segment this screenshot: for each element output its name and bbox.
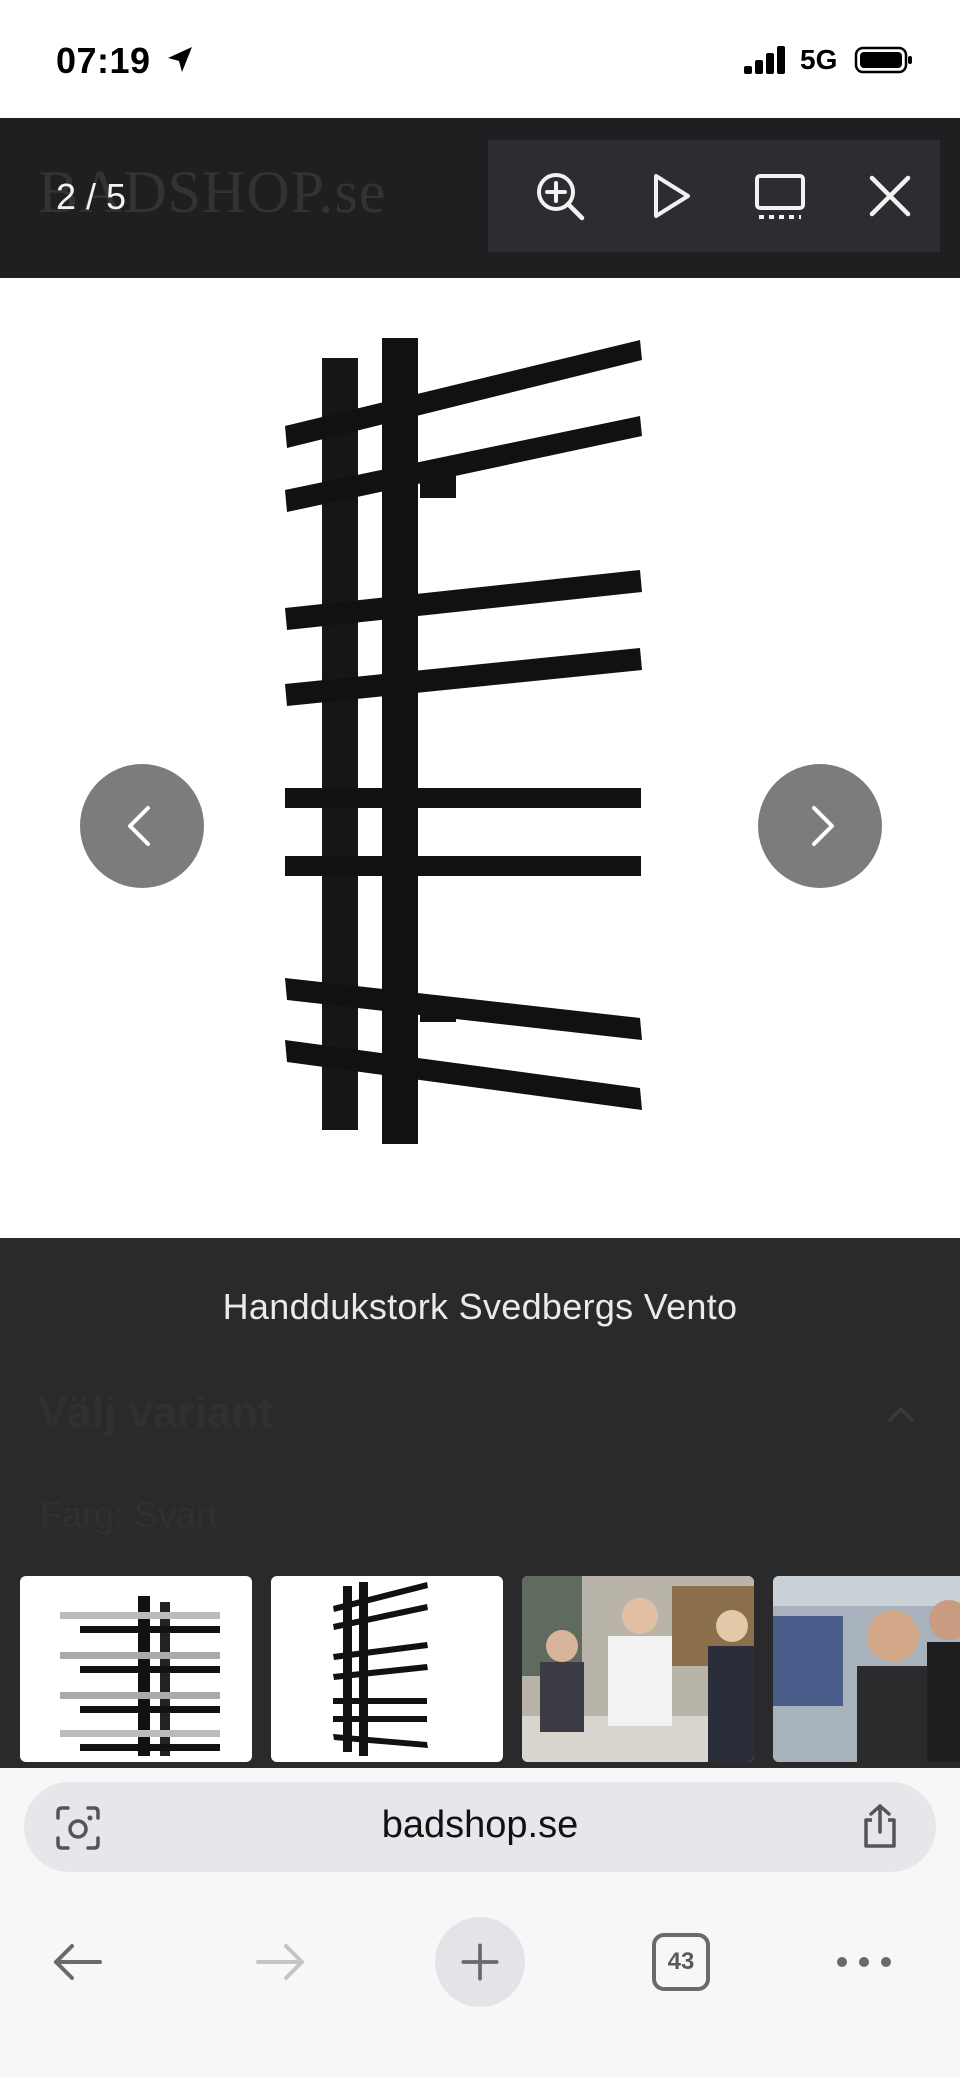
image-counter: 2 / 5 — [56, 176, 127, 217]
lightbox-topbar: BADSHOP.se 2 / 5 — [0, 118, 960, 278]
product-image[interactable] — [0, 278, 960, 1238]
forward-button[interactable] — [246, 1916, 314, 2008]
thumbnail-1-image — [60, 1596, 220, 1756]
close-lightbox-button[interactable] — [854, 160, 926, 232]
thumbnail-4-image — [773, 1576, 960, 1762]
zoom-in-button[interactable] — [524, 160, 596, 232]
thumbnail-3-image — [522, 1576, 754, 1762]
thumbnail-4[interactable] — [773, 1576, 960, 1762]
previous-image-button[interactable] — [80, 764, 204, 888]
chevron-left-icon — [128, 806, 150, 846]
back-arrow-icon — [54, 1944, 102, 1980]
url-text: badshop.se — [381, 1804, 579, 1846]
zoom-in-icon — [537, 173, 585, 221]
chevron-right-icon — [812, 806, 834, 846]
network-type: 5G — [800, 44, 838, 75]
slideshow-play-button[interactable] — [634, 160, 706, 232]
new-tab-button[interactable] — [435, 1916, 525, 2008]
forward-arrow-icon — [256, 1944, 304, 1980]
tabs-button[interactable]: 43 — [650, 1916, 712, 2008]
battery-icon — [854, 46, 912, 74]
thumbnail-1[interactable] — [20, 1576, 252, 1762]
tab-count: 43 — [667, 1948, 695, 1975]
more-icon — [837, 1957, 891, 1967]
back-button[interactable] — [44, 1916, 112, 2008]
more-button[interactable] — [834, 1916, 894, 2008]
plus-icon — [461, 1943, 499, 1981]
new-tab-circle — [435, 1917, 525, 2007]
thumbnail-strip — [0, 1556, 960, 1768]
image-lightbox: BADSHOP.se 2 / 5 Handdukstork Svedbergs … — [0, 118, 960, 1768]
towel-rail-image — [285, 338, 642, 1144]
background-color-label: Färg: Svart — [40, 1494, 219, 1535]
tabs-icon: 43 — [652, 1933, 710, 1991]
browser-toolbar: badshop.se 43 — [0, 1768, 960, 2078]
thumbnail-2[interactable] — [271, 1576, 503, 1762]
share-icon[interactable] — [854, 1800, 906, 1852]
status-time: 07:19 — [56, 40, 151, 81]
status-bar: 07:19 5G — [0, 0, 960, 118]
thumbnail-2-image — [333, 1582, 428, 1756]
play-icon — [654, 174, 690, 218]
close-icon — [869, 175, 911, 217]
fullscreen-button[interactable] — [744, 160, 816, 232]
signal-bars-icon — [744, 46, 785, 74]
image-caption: Handdukstork Svedbergs Vento — [222, 1286, 738, 1327]
fullscreen-icon — [755, 174, 805, 219]
location-arrow-icon — [168, 47, 192, 72]
address-bar[interactable]: badshop.se — [24, 1782, 936, 1872]
thumbnail-3[interactable] — [522, 1576, 754, 1762]
next-image-button[interactable] — [758, 764, 882, 888]
lightbox-toolbar — [488, 140, 940, 252]
chevron-up-icon — [888, 1406, 914, 1422]
background-variant-heading: Välj variant — [38, 1388, 273, 1437]
